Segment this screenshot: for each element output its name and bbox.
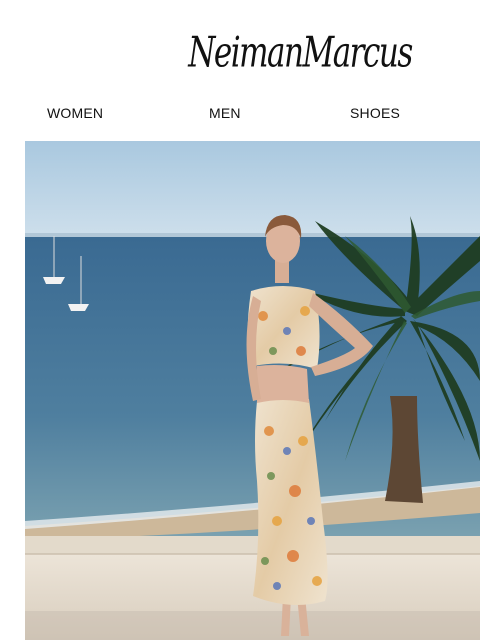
site-header: NeimanMarcus WOMEN MEN SHOES (0, 0, 480, 140)
logo-wordmark: NeimanMarcus (188, 28, 413, 77)
nav-men[interactable]: MEN (209, 100, 241, 126)
primary-nav: WOMEN MEN SHOES (0, 100, 480, 126)
hero-photo-illustration (25, 141, 480, 640)
wall-top (25, 536, 480, 556)
neiman-marcus-logo[interactable]: NeimanMarcus (150, 20, 450, 86)
nav-shoes[interactable]: SHOES (350, 100, 400, 126)
hero-image[interactable] (25, 141, 480, 640)
nav-women[interactable]: WOMEN (47, 100, 103, 126)
